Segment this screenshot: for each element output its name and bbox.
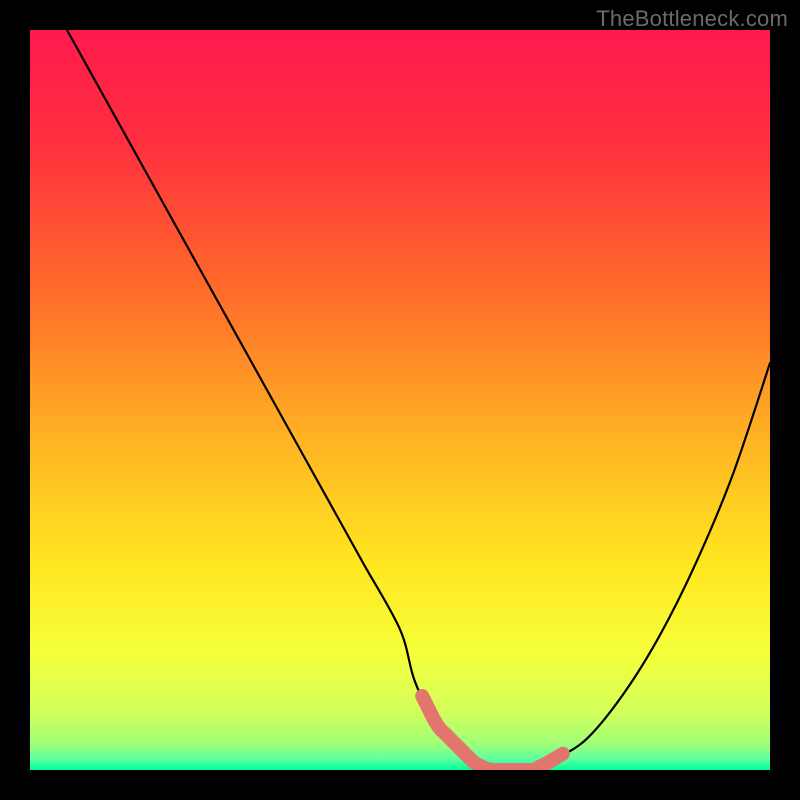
plot-area (30, 30, 770, 770)
gradient-background (30, 30, 770, 770)
chart-svg (30, 30, 770, 770)
highlight-end-dot (557, 748, 569, 760)
chart-frame: TheBottleneck.com (0, 0, 800, 800)
attribution-text: TheBottleneck.com (596, 6, 788, 32)
